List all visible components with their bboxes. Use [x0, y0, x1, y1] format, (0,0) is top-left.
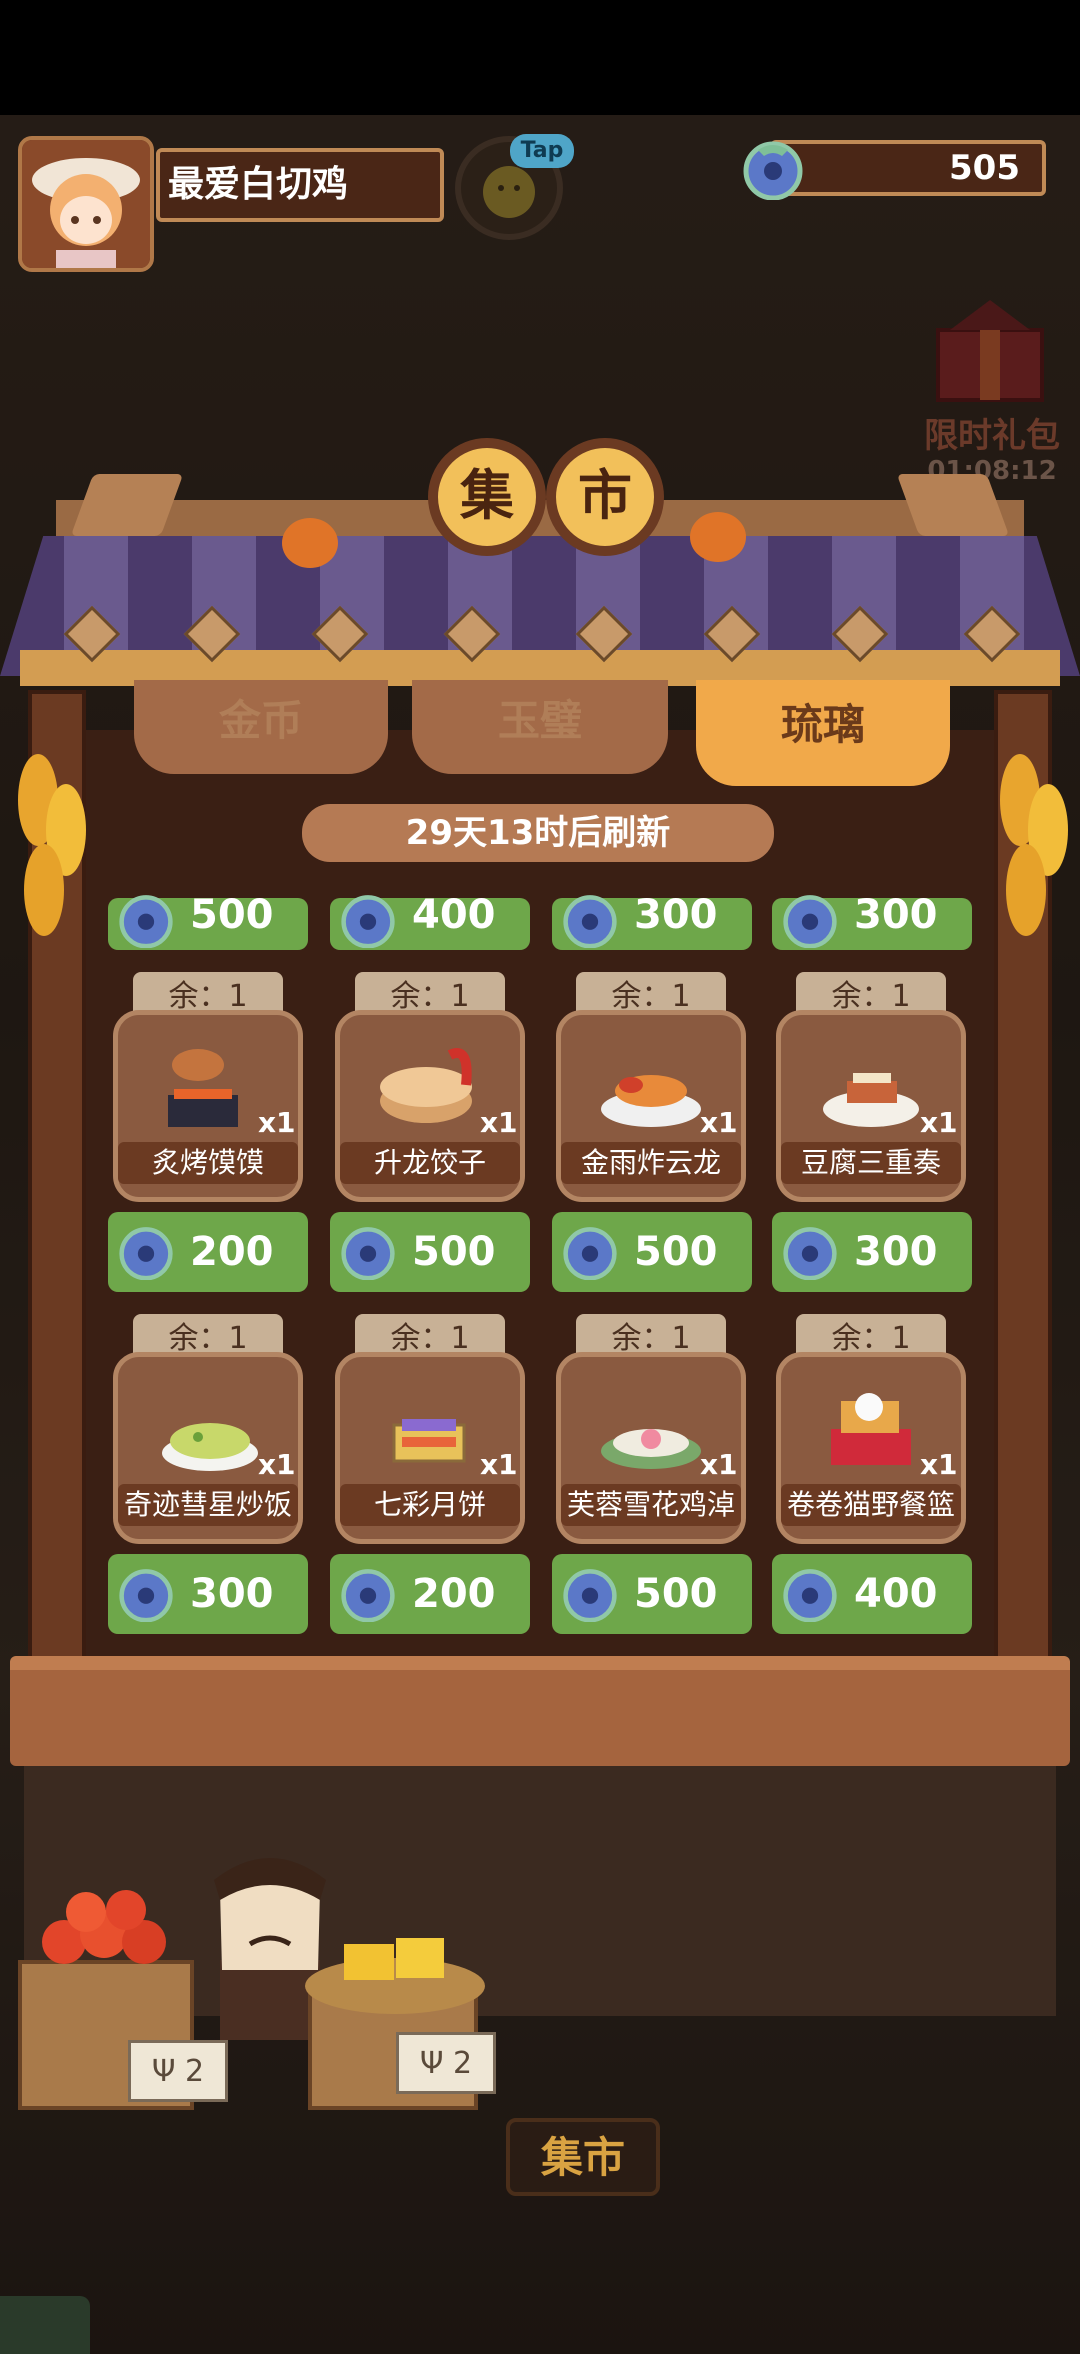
market-button[interactable]: 集市 — [506, 2118, 660, 2196]
item-name: 金雨炸云龙 — [561, 1142, 741, 1184]
tap-label: Tap — [510, 134, 574, 168]
price-value: 500 — [634, 1571, 718, 1617]
gift-label: 限时礼包 — [924, 416, 1060, 456]
price-button[interactable]: 500 — [552, 1212, 752, 1292]
price-button[interactable]: 500 — [552, 1554, 752, 1634]
glaze-gem-icon — [562, 892, 618, 958]
tab-jade[interactable]: 玉璧 — [412, 680, 668, 774]
price-button[interactable]: 300 — [552, 892, 752, 950]
item-qty: x1 — [700, 1448, 738, 1481]
gem-balance: 505 — [770, 140, 1046, 196]
item-name: 七彩月饼 — [340, 1484, 520, 1526]
price-button[interactable]: 300 — [772, 892, 972, 950]
tab-glaze[interactable]: 琉璃 — [696, 680, 950, 786]
price-button[interactable]: 200 — [330, 1554, 530, 1634]
price-button[interactable]: 500 — [108, 892, 308, 950]
price-value: 500 — [412, 1229, 496, 1275]
item-qty: x1 — [480, 1106, 518, 1139]
price-value: 200 — [190, 1229, 274, 1275]
price-value: 500 — [190, 892, 274, 938]
refresh-timer: 29天13时后刷新 — [302, 804, 774, 862]
price-value: 400 — [412, 892, 496, 938]
glaze-gem-icon — [562, 1224, 618, 1290]
price-value: 500 — [634, 1229, 718, 1275]
price-value: 300 — [854, 892, 938, 938]
home-button[interactable] — [0, 2296, 90, 2354]
crate-tag: Ψ 2 — [396, 2032, 496, 2094]
price-button[interactable]: 400 — [772, 1554, 972, 1634]
glaze-gem-icon — [340, 1566, 396, 1632]
item-name: 芙蓉雪花鸡淖 — [561, 1484, 741, 1526]
tomato-pile-icon — [24, 1882, 204, 1976]
price-value: 300 — [854, 1229, 938, 1275]
item-name: 升龙饺子 — [340, 1142, 520, 1184]
corn-icon — [8, 740, 92, 964]
item-qty: x1 — [920, 1106, 958, 1139]
item-qty: x1 — [700, 1106, 738, 1139]
player-avatar[interactable] — [18, 136, 154, 272]
price-value: 200 — [412, 1571, 496, 1617]
glaze-gem-icon — [742, 138, 804, 204]
item-name: 炙烤馍馍 — [118, 1142, 298, 1184]
price-value: 400 — [854, 1571, 938, 1617]
item-name: 奇迹彗星炒饭 — [118, 1484, 298, 1526]
stall-counter — [10, 1656, 1070, 1766]
tab-gold-coin[interactable]: 金币 — [134, 680, 388, 774]
glaze-gem-icon — [562, 1566, 618, 1632]
glaze-gem-icon — [782, 892, 838, 958]
item-qty: x1 — [920, 1448, 958, 1481]
glaze-gem-icon — [782, 1566, 838, 1632]
item-qty: x1 — [258, 1448, 296, 1481]
price-button[interactable]: 400 — [330, 892, 530, 950]
avatar-portrait-icon — [22, 140, 150, 268]
player-name: 最爱白切鸡 — [156, 148, 444, 222]
item-name: 豆腐三重奏 — [781, 1142, 961, 1184]
glaze-gem-icon — [340, 892, 396, 958]
item-name: 卷卷猫野餐篮 — [781, 1484, 961, 1526]
shop-title-char-2: 市 — [546, 438, 664, 556]
item-qty: x1 — [480, 1448, 518, 1481]
glaze-gem-icon — [340, 1224, 396, 1290]
butter-basket-icon — [300, 1916, 490, 2020]
price-button[interactable]: 300 — [772, 1212, 972, 1292]
corn-icon — [990, 740, 1074, 964]
shop-title-char-1: 集 — [428, 438, 546, 556]
crate-tag: Ψ 2 — [128, 2040, 228, 2102]
glaze-gem-icon — [118, 1224, 174, 1290]
price-button[interactable]: 500 — [330, 1212, 530, 1292]
glaze-gem-icon — [782, 1224, 838, 1290]
price-button[interactable]: 200 — [108, 1212, 308, 1292]
price-value: 300 — [190, 1571, 274, 1617]
persimmon-icon — [282, 518, 338, 568]
glaze-gem-icon — [118, 892, 174, 958]
glaze-gem-icon — [118, 1566, 174, 1632]
item-qty: x1 — [258, 1106, 296, 1139]
price-button[interactable]: 300 — [108, 1554, 308, 1634]
status-bar — [0, 0, 1080, 115]
persimmon-icon — [690, 512, 746, 562]
price-value: 300 — [634, 892, 718, 938]
